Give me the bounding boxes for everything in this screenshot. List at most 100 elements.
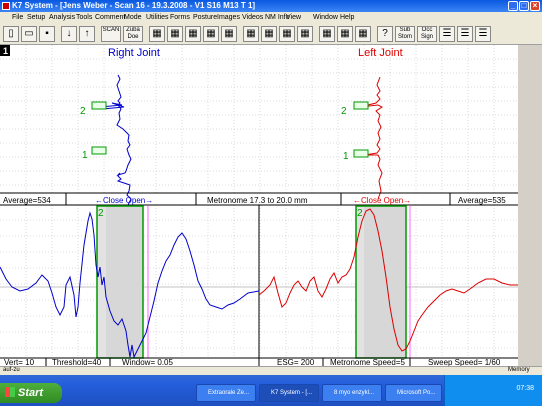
close-open-left: ←Close Open→ — [95, 196, 153, 205]
menu-window[interactable]: Window — [313, 13, 338, 22]
layout-button[interactable]: ☰ — [475, 26, 491, 42]
tool-button[interactable]: ▦ — [149, 26, 165, 42]
app-icon — [2, 2, 10, 10]
window-value: Window= 0.05 — [122, 358, 173, 366]
layout-button[interactable]: ☰ — [457, 26, 473, 42]
maximize-button[interactable]: □ — [519, 1, 529, 11]
menu-videos[interactable]: Videos — [242, 13, 263, 22]
tool-button[interactable]: ▦ — [221, 26, 237, 42]
open-folder-icon: ▭ — [24, 28, 34, 39]
layout-icon: ☰ — [460, 28, 470, 39]
start-button[interactable]: Start — [0, 383, 62, 403]
chart-area: 1 Right Joint Left Joint 2 1 2 1 Average… — [0, 45, 518, 366]
scan-button[interactable]: SCAN — [101, 26, 121, 42]
threshold-value: Threshold=40 — [52, 358, 102, 366]
sub-stom-button[interactable]: Sub Stom — [395, 26, 415, 42]
tool-icon: ▦ — [340, 28, 350, 39]
tool-button[interactable]: ▦ — [203, 26, 219, 42]
menu-utilities[interactable]: Utilities — [146, 13, 169, 22]
task-myo-enzykl[interactable]: 8 myo enzykl... — [322, 384, 382, 402]
menu-view[interactable]: View — [286, 13, 301, 22]
tool-icon: ▦ — [152, 28, 162, 39]
tool-button[interactable]: ▦ — [185, 26, 201, 42]
menu-mode[interactable]: Mode — [124, 13, 142, 22]
menu-bar: File Setup Analysis Tools Comment Mode Utiliti… — [0, 12, 542, 23]
title-bar: K7 System - [Jens Weber - Scan 16 - 19.3… — [0, 0, 542, 12]
right-marker2-box — [91, 101, 107, 110]
tool-button[interactable]: ▦ — [297, 26, 313, 42]
average-left: Average=534 — [3, 196, 51, 205]
right-joint-label: Right Joint — [108, 47, 160, 59]
menu-posture[interactable]: Posture — [193, 13, 217, 22]
tool-button[interactable]: ▦ — [167, 26, 183, 42]
memory-indicator: Memory — [508, 367, 530, 373]
tool-button[interactable]: ▦ — [243, 26, 259, 42]
tool-icon: ▦ — [206, 28, 216, 39]
left-joint-label: Left Joint — [358, 47, 403, 59]
toolbar: ▯ ▭ ▪ ↓ ↑ SCAN Zuba Doe ▦ ▦ ▦ ▦ ▦ ▦ ▦ ▦ ▦ ▦ ▦ ▦? Sub Stom Oc… — [0, 23, 542, 45]
zuba-button[interactable]: Zuba Doe — [123, 26, 143, 42]
left-marker1-box — [353, 149, 369, 158]
tool-icon: ▦ — [300, 28, 310, 39]
chart-svg: 1 Right Joint Left Joint 2 1 2 1 Average… — [0, 45, 518, 366]
arrow-up-button[interactable]: ↑ — [79, 26, 95, 42]
task-extraorale[interactable]: Extraorale Ze... — [196, 384, 256, 402]
scan-icon: SCAN — [102, 27, 120, 33]
new-file-icon: ▯ — [8, 28, 14, 39]
clock: 07:38 — [516, 385, 534, 392]
tool-button[interactable]: ▦ — [319, 26, 335, 42]
average-right: Average=535 — [458, 196, 506, 205]
tool-button[interactable]: ▦ — [355, 26, 371, 42]
tool-icon: ▦ — [246, 28, 256, 39]
right-marker1-label: 1 — [82, 150, 88, 161]
right-strip — [518, 45, 542, 366]
close-button[interactable]: × — [530, 1, 540, 11]
close-open-right: ←Close Open→ — [353, 196, 411, 205]
help-icon: ? — [382, 28, 388, 39]
tool-icon: ▦ — [322, 28, 332, 39]
left-joint-trace — [359, 76, 383, 200]
tool-icon: ▦ — [282, 28, 292, 39]
task-microsoft-po[interactable]: Microsoft Po... — [385, 384, 442, 402]
menu-analysis[interactable]: Analysis — [49, 13, 75, 22]
status-text: auf-zu — [3, 367, 20, 373]
occ-sign-icon: Occ Sign — [420, 27, 433, 40]
new-file-button[interactable]: ▯ — [3, 26, 19, 42]
status-bar: auf-zu Memory — [0, 366, 542, 375]
metronome-range: Metronome 17.3 to 20.0 mm — [207, 196, 308, 205]
right-marker1-box — [91, 146, 107, 155]
menu-setup[interactable]: Setup — [27, 13, 45, 22]
menu-images[interactable]: Images — [217, 13, 240, 22]
panel-number: 1 — [3, 46, 8, 56]
system-tray: 07:38 — [444, 375, 542, 406]
menu-help[interactable]: Help — [340, 13, 354, 22]
menu-forms[interactable]: Forms — [170, 13, 190, 22]
layout-button[interactable]: ☰ — [439, 26, 455, 42]
save-button[interactable]: ▪ — [39, 26, 55, 42]
left-marker2-box — [353, 101, 369, 110]
windows-logo-icon — [5, 387, 15, 397]
tool-button[interactable]: ▦ — [261, 26, 277, 42]
tool-button[interactable]: ▦ — [279, 26, 295, 42]
layout-icon: ☰ — [442, 28, 452, 39]
save-icon: ▪ — [45, 28, 49, 39]
menu-comment[interactable]: Comment — [95, 13, 125, 22]
sweep-speed: Sweep Speed= 1/60 — [428, 358, 501, 366]
tool-button[interactable]: ▦ — [337, 26, 353, 42]
occ-sign-button[interactable]: Occ Sign — [417, 26, 437, 42]
layout-icon: ☰ — [478, 28, 488, 39]
menu-file[interactable]: File — [12, 13, 23, 22]
open-folder-button[interactable]: ▭ — [21, 26, 37, 42]
tool-icon: ▦ — [188, 28, 198, 39]
tool-icon: ▦ — [358, 28, 368, 39]
left-marker1-label: 1 — [343, 151, 349, 162]
minimize-button[interactable]: _ — [508, 1, 518, 11]
arrow-down-button[interactable]: ↓ — [61, 26, 77, 42]
menu-tools[interactable]: Tools — [76, 13, 92, 22]
tool-icon: ▦ — [170, 28, 180, 39]
task-k7-system[interactable]: K7 System - [... — [259, 384, 319, 402]
sub-stom-icon: Sub Stom — [397, 27, 412, 40]
arrow-down-icon: ↓ — [66, 28, 72, 39]
esg-value: ESG= 200 — [277, 358, 315, 366]
help-button[interactable]: ? — [377, 26, 393, 42]
